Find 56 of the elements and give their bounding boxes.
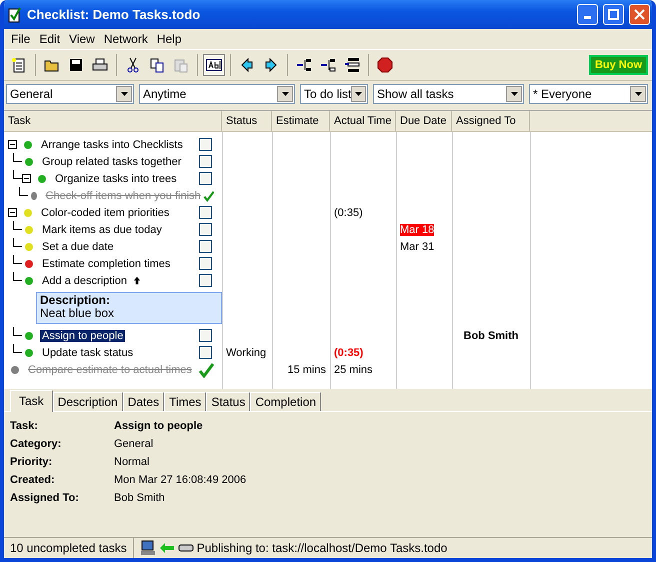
column-header[interactable]: Estimate bbox=[272, 111, 330, 131]
detail-tab[interactable]: Dates bbox=[122, 392, 164, 411]
task-name[interactable]: Color-coded item priorities bbox=[39, 206, 172, 218]
estimate-cell: 15 mins bbox=[287, 364, 326, 376]
task-name[interactable]: Compare estimate to actual times bbox=[26, 364, 194, 376]
detail-tab[interactable]: Completion bbox=[250, 392, 322, 411]
task-name[interactable]: Mark items as due today bbox=[40, 224, 164, 236]
detail-value: Mon Mar 27 16:08:49 2006 bbox=[114, 474, 246, 486]
task-name[interactable]: Group related tasks together bbox=[40, 156, 184, 168]
detail-value: Normal bbox=[114, 456, 150, 468]
task-name[interactable]: Estimate completion times bbox=[40, 258, 172, 270]
due-date-cell: Mar 18 bbox=[400, 224, 434, 236]
publishing-status: Publishing to: task://localhost/Demo Tasks.todo bbox=[196, 541, 448, 555]
detail-value: Assign to people bbox=[114, 420, 203, 432]
task-count: 10 uncompleted tasks bbox=[10, 541, 127, 555]
detail-label: Created: bbox=[10, 474, 55, 486]
filter-dropdown[interactable]: Anytime bbox=[139, 84, 295, 104]
task-name[interactable]: Update task status bbox=[40, 346, 136, 358]
actual-time-cell: (0:35) bbox=[334, 346, 364, 358]
task-name[interactable]: Check-off items when you finish bbox=[44, 190, 203, 202]
task-name[interactable]: Arrange tasks into Checklists bbox=[39, 138, 185, 150]
detail-tab[interactable]: Times bbox=[164, 392, 206, 411]
task-name[interactable]: Assign to people bbox=[40, 330, 126, 342]
column-header[interactable]: Due Date bbox=[396, 111, 452, 131]
menu-item[interactable]: File bbox=[8, 32, 36, 46]
menu-item[interactable]: View bbox=[66, 32, 101, 46]
filter-dropdown[interactable]: Show all tasks bbox=[373, 84, 524, 104]
detail-label: Priority: bbox=[10, 456, 52, 468]
task-name[interactable]: Organize tasks into trees bbox=[53, 172, 179, 184]
detail-label: Category: bbox=[10, 438, 62, 450]
task-name[interactable]: Add a description bbox=[40, 274, 129, 286]
status-cell: Working bbox=[226, 346, 266, 358]
filter-dropdown[interactable]: General bbox=[6, 84, 134, 104]
column-header[interactable]: Task bbox=[4, 111, 222, 131]
menu-item[interactable]: Network bbox=[100, 32, 154, 46]
column-header[interactable]: Status bbox=[222, 111, 272, 131]
filter-dropdown[interactable]: To do list bbox=[300, 84, 368, 104]
detail-value: Bob Smith bbox=[114, 492, 165, 504]
detail-tab[interactable]: Status bbox=[206, 392, 250, 411]
actual-time-cell: (0:35) bbox=[334, 206, 363, 218]
filter-dropdown[interactable]: * Everyone bbox=[529, 84, 648, 104]
menu-item[interactable]: Edit bbox=[36, 32, 66, 46]
actual-time-cell: 25 mins bbox=[334, 364, 373, 376]
detail-tab[interactable]: Task bbox=[10, 390, 53, 412]
description-box: Description: Neat blue box bbox=[36, 292, 222, 324]
task-name[interactable]: Set a due date bbox=[40, 240, 116, 252]
menu-item[interactable]: Help bbox=[154, 32, 188, 46]
detail-label: Task: bbox=[10, 420, 38, 432]
detail-tab[interactable]: Description bbox=[52, 392, 123, 411]
assignee-cell: Bob Smith bbox=[464, 330, 518, 342]
column-header[interactable]: Actual Time bbox=[330, 111, 396, 131]
window-title: Checklist: Demo Tasks.todo bbox=[27, 7, 202, 22]
due-date-cell: Mar 31 bbox=[400, 240, 434, 252]
detail-value: General bbox=[114, 438, 154, 450]
detail-label: Assigned To: bbox=[10, 492, 79, 504]
column-header[interactable]: Assigned To bbox=[452, 111, 530, 131]
